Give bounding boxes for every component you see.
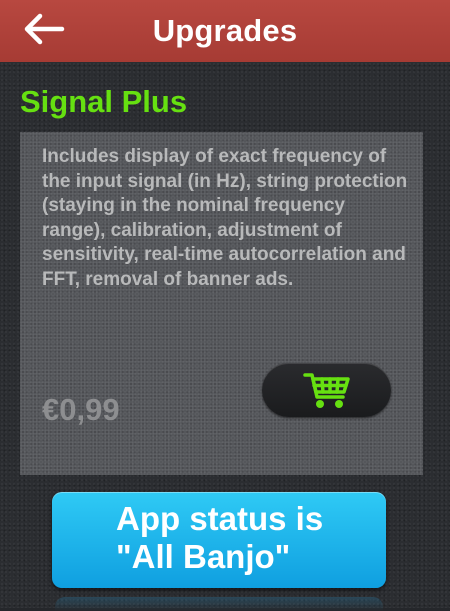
app-status-line-1: App status is (116, 500, 324, 537)
app-status-line-2: "All Banjo" (116, 538, 291, 575)
shopping-cart-icon (303, 373, 350, 408)
product-price: €0,99 (42, 392, 120, 427)
app-status-text: App status is "All Banjo" (116, 500, 323, 576)
product-card: Includes display of exact frequency of t… (20, 132, 423, 475)
product-title: Signal Plus (20, 84, 188, 119)
content-area: Signal Plus Includes display of exact fr… (0, 62, 450, 611)
app-status-button[interactable]: App status is "All Banjo" (52, 492, 386, 588)
buy-button[interactable] (262, 363, 391, 417)
next-item-edge (55, 597, 383, 611)
header-bar: Upgrades (0, 0, 450, 62)
page-title: Upgrades (152, 13, 298, 48)
product-description: Includes display of exact frequency of t… (42, 146, 408, 290)
